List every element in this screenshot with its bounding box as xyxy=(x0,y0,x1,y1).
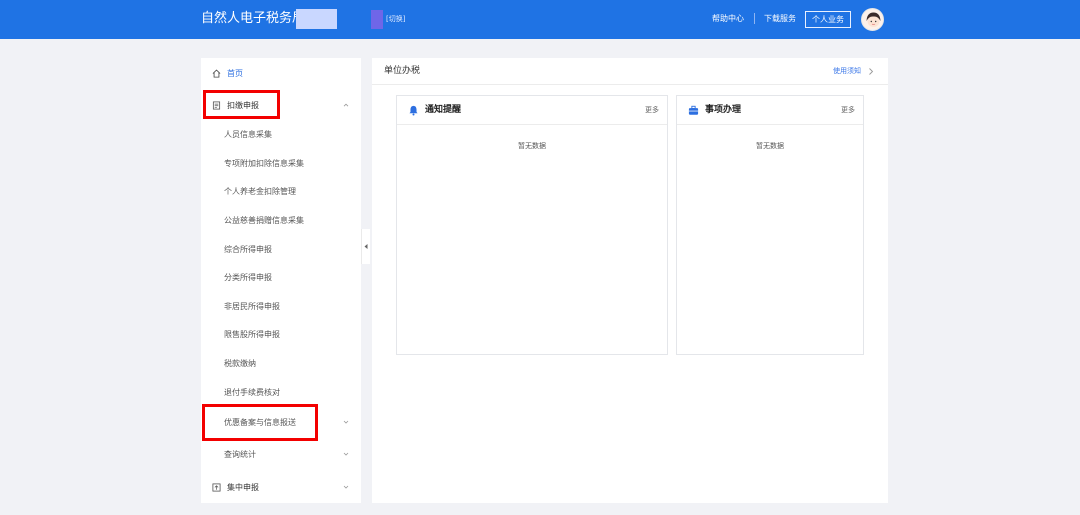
chevron-down-icon xyxy=(343,452,349,456)
chevron-down-icon xyxy=(343,420,349,424)
sidebar-subitem-label: 综合所得申报 xyxy=(224,245,272,254)
sidebar-subitem[interactable]: 综合所得申报 xyxy=(201,240,361,260)
home-icon xyxy=(212,69,221,78)
sidebar-subitem[interactable]: 个人养老金扣除管理 xyxy=(201,182,361,202)
more-link[interactable]: 更多 xyxy=(645,106,659,115)
sidebar-collapse-toggle[interactable] xyxy=(361,229,370,264)
sidebar-subitem-label: 公益慈善捐赠信息采集 xyxy=(224,216,304,225)
caret-left-icon xyxy=(364,244,368,249)
sidebar-subitem[interactable]: 退付手续费核对 xyxy=(201,383,361,403)
document-icon xyxy=(212,101,221,110)
header-divider xyxy=(754,13,755,24)
notification-panel: 通知提醒 更多 暂无数据 xyxy=(396,95,668,355)
sidebar-item-centralized[interactable]: 集中申报 xyxy=(201,478,361,498)
sidebar: 首页 扣缴申报 人员信息采集 专项附加扣除信息采集 个人养老金扣除管理 公益慈善… xyxy=(201,58,361,503)
download-service-link[interactable]: 下载服务 xyxy=(764,14,796,24)
panel-header: 事项办理 更多 xyxy=(677,96,863,125)
sidebar-subitem-label: 非居民所得申报 xyxy=(224,302,280,311)
sidebar-item-withholding[interactable]: 扣缴申报 xyxy=(201,96,361,116)
empty-state-text: 暂无数据 xyxy=(756,142,784,150)
title-divider xyxy=(372,84,888,85)
org-name-redacted xyxy=(296,9,337,29)
sidebar-subitem[interactable]: 分类所得申报 xyxy=(201,268,361,288)
panel-title: 通知提醒 xyxy=(425,105,462,115)
sidebar-subitem[interactable]: 非居民所得申报 xyxy=(201,297,361,317)
sidebar-item-query-stats[interactable]: 查询统计 xyxy=(201,445,361,465)
sidebar-subitem-label: 税款缴纳 xyxy=(224,359,256,368)
sidebar-subitem-label: 人员信息采集 xyxy=(224,130,272,139)
briefcase-icon xyxy=(688,105,699,115)
sidebar-subitem[interactable]: 人员信息采集 xyxy=(201,125,361,145)
sidebar-item-label: 首页 xyxy=(227,69,243,78)
chevron-up-icon xyxy=(343,103,349,107)
sidebar-item-label: 扣缴申报 xyxy=(227,101,259,110)
sidebar-subitem[interactable]: 限售股所得申报 xyxy=(201,325,361,345)
sidebar-subitem-label: 优惠备案与信息报送 xyxy=(224,418,296,427)
sidebar-item-preferential[interactable]: 优惠备案与信息报送 xyxy=(201,413,361,433)
sidebar-subitem-label: 查询统计 xyxy=(224,450,256,459)
sidebar-subitem-label: 退付手续费核对 xyxy=(224,388,280,397)
page-title: 单位办税 xyxy=(384,66,421,76)
sidebar-subitem[interactable]: 公益慈善捐赠信息采集 xyxy=(201,211,361,231)
switch-org-link[interactable]: [切换] xyxy=(386,14,405,24)
avatar-face-icon xyxy=(866,12,881,30)
bell-icon xyxy=(409,105,418,116)
sidebar-item-label: 集中申报 xyxy=(227,483,259,492)
org-switch-redacted xyxy=(371,10,383,29)
sidebar-subitem[interactable]: 专项附加扣除信息采集 xyxy=(201,154,361,174)
sidebar-subitem-label: 专项附加扣除信息采集 xyxy=(224,159,304,168)
panel-title: 事项办理 xyxy=(705,105,742,115)
sidebar-subitem-label: 分类所得申报 xyxy=(224,273,272,282)
more-link[interactable]: 更多 xyxy=(841,106,855,115)
avatar[interactable] xyxy=(861,8,884,31)
help-center-link[interactable]: 帮助中心 xyxy=(712,14,744,24)
panel-header: 通知提醒 更多 xyxy=(397,96,667,125)
usage-notice-link[interactable]: 使用须知 xyxy=(833,67,861,76)
sidebar-subitem-label: 个人养老金扣除管理 xyxy=(224,187,296,196)
main-content: 单位办税 使用须知 通知提醒 更多 暂无数据 事项办理 更多 暂无数据 xyxy=(372,58,888,503)
sidebar-subitem[interactable]: 税款缴纳 xyxy=(201,354,361,374)
chevron-right-icon[interactable] xyxy=(868,67,874,76)
app-title: 自然人电子税务局 xyxy=(201,11,306,26)
sidebar-item-home[interactable]: 首页 xyxy=(201,64,361,84)
sidebar-subitem-label: 限售股所得申报 xyxy=(224,330,280,339)
tasks-panel: 事项办理 更多 暂无数据 xyxy=(676,95,864,355)
top-header: 自然人电子税务局 [切换] 帮助中心 下载服务 个人业务 xyxy=(0,0,1080,39)
personal-business-button[interactable]: 个人业务 xyxy=(805,11,851,28)
chevron-down-icon xyxy=(343,485,349,489)
upload-icon xyxy=(212,483,221,492)
empty-state-text: 暂无数据 xyxy=(518,142,546,150)
